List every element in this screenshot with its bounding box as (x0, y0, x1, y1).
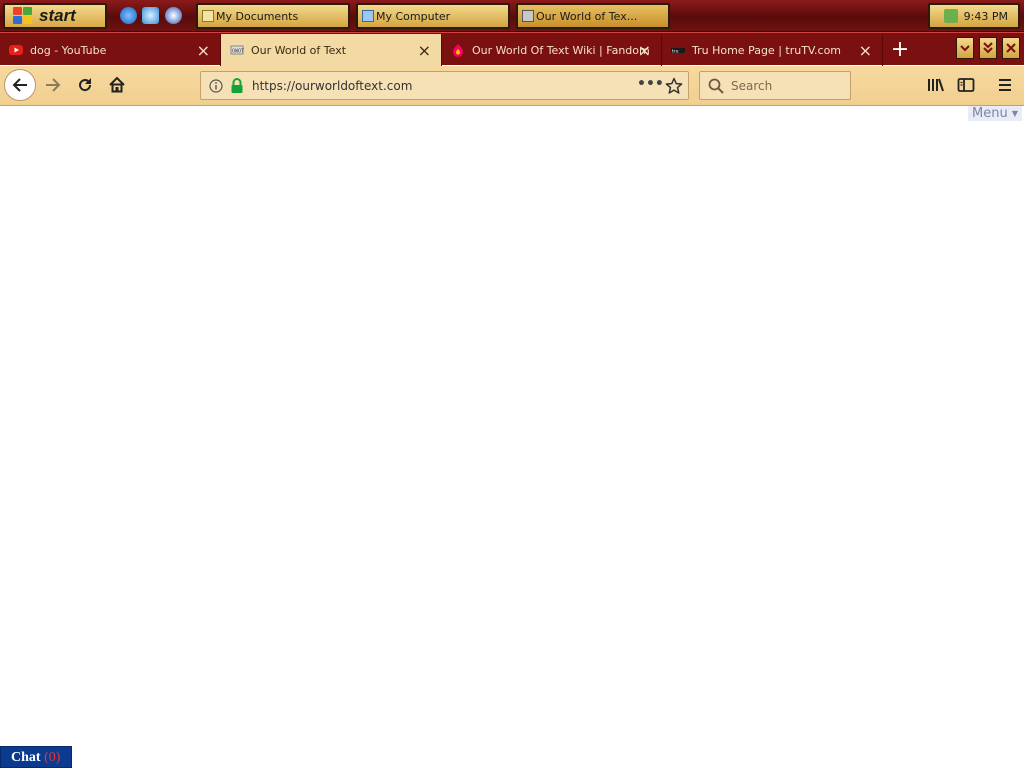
double-chevron-down-icon (983, 42, 993, 54)
tab-label: Our World of Text (251, 43, 347, 57)
restore-button[interactable] (979, 37, 997, 59)
computer-icon (362, 10, 374, 22)
reload-button[interactable] (74, 74, 96, 96)
info-icon[interactable] (209, 79, 223, 93)
page-actions-icon[interactable]: ••• (637, 76, 664, 92)
search-box[interactable]: Search (699, 71, 851, 100)
search-placeholder: Search (731, 79, 773, 93)
search-icon (708, 78, 724, 94)
tab-trutv[interactable]: tru Tru Home Page | truTV.com × (662, 34, 883, 66)
library-button[interactable] (924, 74, 946, 96)
start-label: start (39, 6, 76, 25)
start-button[interactable]: start (3, 3, 107, 29)
hamburger-menu-icon (999, 79, 1011, 91)
owot-icon: OWOT (230, 45, 244, 55)
system-tray: 9:43 PM (928, 3, 1020, 29)
clock[interactable]: 9:43 PM (964, 10, 1008, 23)
browser-window-icon (522, 10, 534, 22)
close-icon[interactable]: × (418, 41, 431, 60)
new-tab-button[interactable]: + (888, 33, 912, 65)
browser-tab-bar: dog - YouTube × OWOT Our World of Text ×… (0, 32, 1024, 66)
tab-label: Tru Home Page | truTV.com (692, 43, 842, 57)
svg-text:tru: tru (672, 48, 679, 54)
navigation-toolbar: https://ourworldoftext.com ••• Search (0, 66, 1024, 106)
home-button[interactable] (106, 74, 128, 96)
windows-logo-icon (13, 7, 33, 25)
chat-label: Chat (11, 750, 41, 765)
sidebar-icon (957, 78, 975, 92)
taskbar-window-my-computer[interactable]: My Computer (356, 3, 510, 29)
close-icon[interactable]: × (197, 41, 210, 60)
library-icon (928, 78, 944, 92)
chat-button[interactable]: Chat (0) (0, 746, 72, 768)
tab-our-world-of-text[interactable]: OWOT Our World of Text × (221, 34, 442, 66)
sidebar-button[interactable] (955, 74, 977, 96)
bookmark-star-icon[interactable] (665, 77, 683, 95)
back-button[interactable] (4, 69, 36, 101)
taskbar-window-my-documents[interactable]: My Documents (196, 3, 350, 29)
app-menu-button[interactable] (994, 74, 1016, 96)
minimize-button[interactable] (956, 37, 974, 59)
caret-down-icon: ▼ (1011, 109, 1018, 118)
page-menu-button[interactable]: Menu ▼ (968, 106, 1022, 121)
internet-explorer-icon[interactable] (120, 7, 137, 24)
taskbar-window-label: My Computer (376, 9, 451, 23)
youtube-icon (9, 45, 23, 55)
trutv-icon: tru (671, 48, 685, 54)
forward-button[interactable] (42, 74, 64, 96)
url-bar[interactable]: https://ourworldoftext.com ••• (200, 71, 689, 100)
windows-taskbar: start My Documents My Computer Our World… (0, 0, 1024, 32)
chevron-down-icon (960, 45, 970, 52)
page-menu-label: Menu (972, 106, 1008, 121)
lock-icon[interactable] (230, 78, 244, 94)
tab-label: Our World Of Text Wiki | Fandom (472, 43, 650, 57)
network-tray-icon[interactable] (944, 9, 958, 23)
close-icon[interactable]: × (859, 41, 872, 60)
taskbar-window-browser[interactable]: Our World of Tex... (516, 3, 670, 29)
arrow-right-icon (46, 78, 61, 92)
folder-icon (202, 10, 214, 22)
url-text[interactable]: https://ourworldoftext.com (252, 79, 412, 93)
tab-youtube[interactable]: dog - YouTube × (0, 34, 221, 66)
taskbar-window-label: My Documents (216, 9, 299, 23)
close-window-button[interactable] (1002, 37, 1020, 59)
fandom-icon (453, 44, 463, 57)
tab-label: dog - YouTube (30, 43, 107, 57)
outlook-express-icon[interactable] (142, 7, 159, 24)
arrow-left-icon (12, 78, 27, 92)
svg-text:OWOT: OWOT (232, 49, 244, 55)
close-icon (1006, 43, 1016, 53)
home-icon (109, 76, 125, 93)
chat-count: (0) (44, 750, 61, 765)
close-icon[interactable]: × (638, 41, 651, 60)
taskbar-window-label: Our World of Tex... (536, 9, 638, 23)
media-player-icon[interactable] (165, 7, 182, 24)
reload-icon (79, 78, 92, 92)
tab-fandom[interactable]: Our World Of Text Wiki | Fandom × (442, 34, 662, 66)
